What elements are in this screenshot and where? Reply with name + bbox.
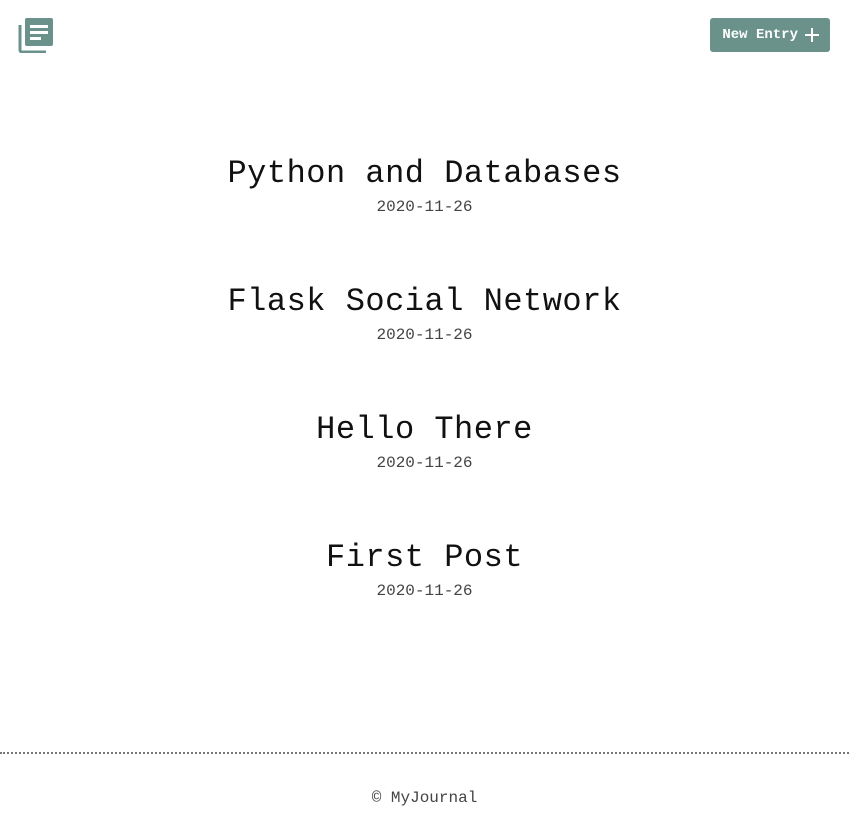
journal-logo-icon[interactable] <box>18 17 54 54</box>
entry-title-link[interactable]: First Post <box>326 540 523 576</box>
new-entry-label: New Entry <box>722 27 798 43</box>
entry-item: Python and Databases 2020-11-26 <box>0 156 849 217</box>
footer: © MyJournal <box>0 752 849 807</box>
journal-icon <box>18 18 53 54</box>
page: New Entry Python and Databases 2020-11-2… <box>0 0 849 833</box>
entry-date: 2020-11-26 <box>376 198 473 216</box>
entry-date: 2020-11-26 <box>376 326 473 344</box>
plus-icon <box>805 28 819 42</box>
entry-item: Hello There 2020-11-26 <box>0 412 849 473</box>
entry-title-link[interactable]: Python and Databases <box>227 156 621 192</box>
entry-date: 2020-11-26 <box>376 454 473 472</box>
new-entry-button[interactable]: New Entry <box>710 18 830 52</box>
entry-item: Flask Social Network 2020-11-26 <box>0 284 849 345</box>
entry-title-link[interactable]: Flask Social Network <box>227 284 621 320</box>
copyright-text: © MyJournal <box>371 789 478 807</box>
entry-item: First Post 2020-11-26 <box>0 540 849 601</box>
entry-date: 2020-11-26 <box>376 582 473 600</box>
header: New Entry <box>0 0 849 70</box>
entry-title-link[interactable]: Hello There <box>316 412 533 448</box>
